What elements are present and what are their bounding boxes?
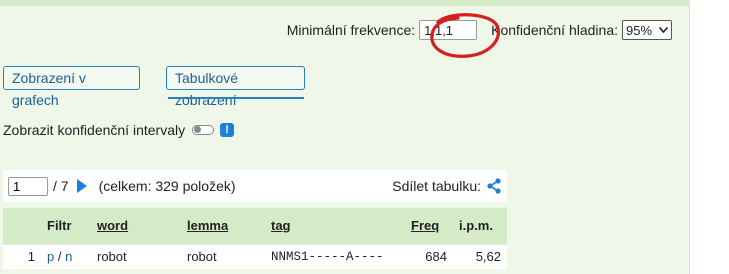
freq-header[interactable]: Freq bbox=[405, 208, 453, 244]
lemma-header[interactable]: lemma bbox=[181, 208, 265, 244]
next-page-icon[interactable] bbox=[76, 179, 87, 193]
confidence-level-label: Konfidenční hladina: bbox=[491, 22, 618, 38]
row-tag: NNMS1-----A---- bbox=[265, 243, 405, 269]
confidence-level-value: 95% bbox=[626, 22, 653, 38]
word-header[interactable]: word bbox=[91, 208, 181, 244]
row-lemma: robot bbox=[181, 243, 265, 269]
panel-top-border bbox=[0, 0, 690, 6]
total-items-count: (celkem: 329 položek) bbox=[98, 178, 236, 194]
total-pages: / 7 bbox=[53, 178, 69, 194]
share-table: Sdílet tabulku: bbox=[392, 178, 502, 194]
confidence-intervals-label: Zobrazit konfidenční intervaly bbox=[3, 122, 186, 138]
min-freq-label: Minimální frekvence: bbox=[286, 22, 416, 38]
row-word: robot bbox=[91, 243, 181, 269]
frequency-panel: Minimální frekvence: Konfidenční hladina… bbox=[0, 0, 690, 274]
page-number-input[interactable] bbox=[8, 176, 48, 196]
filter-row: Minimální frekvence: Konfidenční hladina… bbox=[287, 20, 672, 40]
pagination-bar: / 7 (celkem: 329 položek) Sdílet tabulku… bbox=[3, 170, 507, 202]
share-label: Sdílet tabulku: bbox=[392, 178, 481, 194]
frequency-table: Filtr word lemma tag Freq i.p.m. 1 p / n… bbox=[3, 208, 507, 269]
confidence-intervals-row: Zobrazit konfidenční intervaly ! bbox=[3, 122, 235, 138]
active-tab-indicator bbox=[168, 97, 304, 99]
confidence-intervals-toggle[interactable] bbox=[192, 125, 215, 135]
graphs-view-button[interactable]: Zobrazení v grafech bbox=[3, 66, 140, 108]
row-filter: p / n bbox=[41, 243, 91, 269]
filter-header: Filtr bbox=[47, 218, 72, 234]
row-rank: 1 bbox=[3, 243, 41, 269]
chevron-down-icon bbox=[659, 27, 668, 33]
rank-header bbox=[3, 208, 41, 244]
table-row: 1 p / n robot robot NNMS1-----A---- 684 … bbox=[3, 243, 507, 269]
row-ipm: 5,62 bbox=[453, 243, 507, 269]
share-icon[interactable] bbox=[486, 178, 502, 194]
table-view-button[interactable]: Tabulkové zobrazení bbox=[166, 66, 305, 108]
filter-separator: / bbox=[54, 249, 66, 265]
ipm-header: i.p.m. bbox=[459, 218, 493, 234]
confidence-level-select[interactable]: 95% bbox=[622, 20, 672, 40]
tag-header[interactable]: tag bbox=[265, 208, 405, 244]
min-freq-input[interactable] bbox=[419, 20, 478, 40]
info-icon[interactable]: ! bbox=[220, 123, 235, 137]
table-header-row: Filtr word lemma tag Freq i.p.m. bbox=[3, 208, 507, 244]
row-freq: 684 bbox=[405, 243, 453, 269]
negative-filter-link[interactable]: n bbox=[65, 249, 72, 264]
